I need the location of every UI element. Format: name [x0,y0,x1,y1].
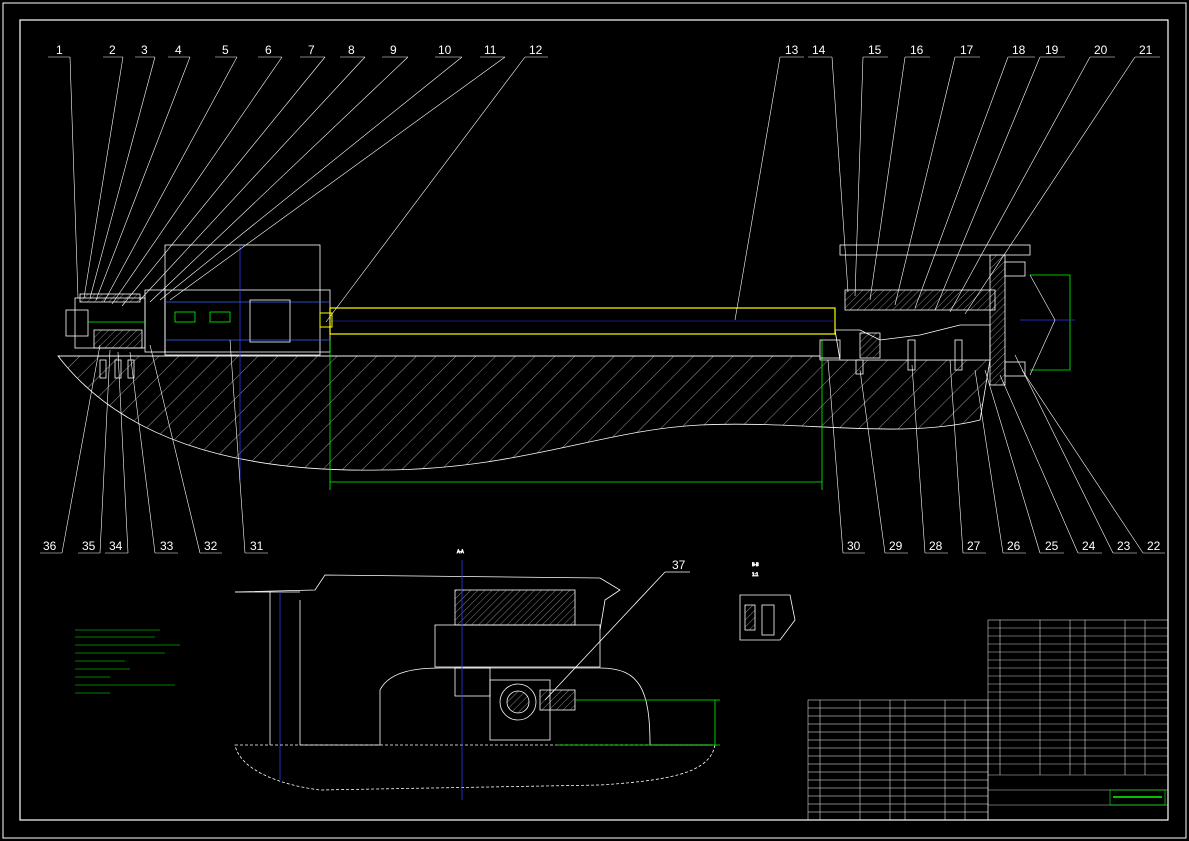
main-shaft [319,307,836,335]
foundation-hatch [57,355,991,471]
main-assembly-view: 1 2 3 4 5 6 7 8 9 10 11 12 13 14 15 16 1… [40,43,1165,554]
balloon-6: 6 [265,43,272,57]
balloon-11: 11 [484,43,497,57]
parts-list-left [807,699,989,821]
balloon-35: 35 [82,539,96,553]
balloon-4: 4 [175,43,182,57]
balloon-31: 31 [250,539,264,553]
balloon-30: 30 [847,539,861,553]
balloon-29: 29 [889,539,903,553]
balloon-9: 9 [390,43,397,57]
balloon-24: 24 [1082,539,1096,553]
detail-label: B-B [752,562,759,567]
balloon-5: 5 [222,43,229,57]
balloon-37: 37 [672,558,686,572]
balloon-19: 19 [1045,43,1059,57]
balloon-18: 18 [1012,43,1026,57]
detail-view: B-B 1:1 [739,562,796,641]
balloon-20: 20 [1094,43,1108,57]
section-label: A-A [457,549,464,554]
balloon-1: 1 [56,43,63,57]
balloon-14: 14 [812,43,826,57]
balloon-7: 7 [308,43,315,57]
balloon-3: 3 [141,43,148,57]
balloon-17: 17 [960,43,974,57]
balloon-16: 16 [910,43,924,57]
balloon-2: 2 [109,43,116,57]
parts-list-right-rows [988,627,1168,806]
balloon-34: 34 [109,539,123,553]
balloon-15: 15 [868,43,882,57]
balloon-22: 22 [1147,539,1161,553]
balloon-36: 36 [43,539,57,553]
cad-drawing: 1 2 3 4 5 6 7 8 9 10 11 12 13 14 15 16 1… [2,2,1187,839]
balloon-10: 10 [438,43,452,57]
balloon-32: 32 [204,539,218,553]
balloon-13: 13 [785,43,799,57]
balloon-23: 23 [1117,539,1131,553]
balloon-28: 28 [929,539,943,553]
technical-notes [75,629,180,694]
balloon-8: 8 [348,43,355,57]
balloon-21: 21 [1139,43,1153,57]
balloon-12: 12 [529,43,543,57]
balloon-26: 26 [1007,539,1021,553]
section-view: A-A [234,549,720,800]
balloon-33: 33 [160,539,174,553]
detail-scale: 1:1 [752,572,759,577]
balloon-27: 27 [967,539,981,553]
balloon-25: 25 [1045,539,1059,553]
